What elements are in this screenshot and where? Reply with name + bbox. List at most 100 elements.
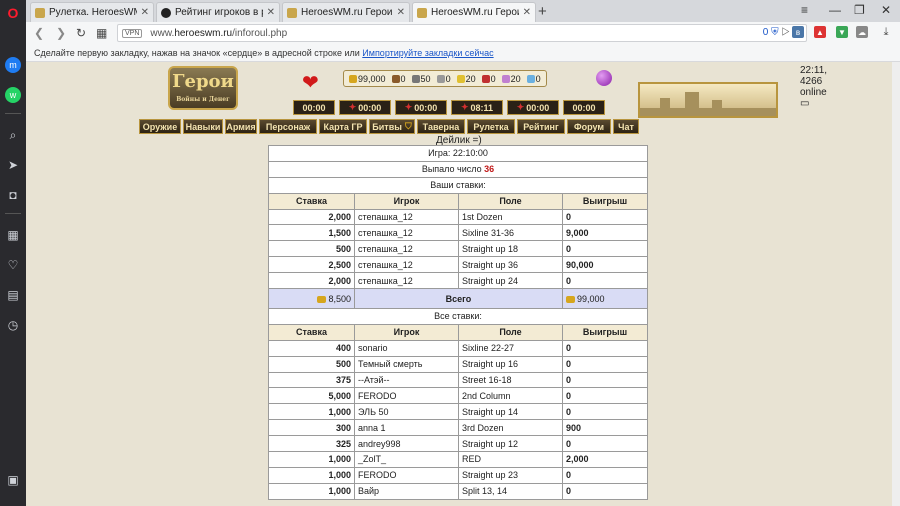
bet-row: 1,000 _ZolT_ RED 2,000	[268, 451, 648, 468]
bet-player[interactable]: ЭЛЬ 50	[354, 403, 459, 421]
red-marker-icon: ✦	[460, 102, 469, 112]
bet-row: 2,000 степашка_12 Straight up 24 0	[268, 272, 648, 290]
castle-image	[638, 82, 778, 118]
whatsapp-icon[interactable]: w	[3, 85, 23, 105]
tab-bar: Рулетка. HeroesWM.ru Гер ✕ Рейтинг игрок…	[26, 0, 900, 22]
menu-tavern[interactable]: Таверна	[417, 119, 465, 134]
menu-weapons[interactable]: Оружие	[139, 119, 181, 134]
extension-red-icon[interactable]: ▲	[814, 26, 826, 38]
bet-field: 1st Dozen	[458, 208, 563, 226]
url-field[interactable]: VPN www.heroeswm.ru/inforoul.php 0 ⛨ ▷ ♡	[117, 24, 807, 42]
tab-title: Рулетка. HeroesWM.ru Гер	[49, 7, 137, 18]
forward-icon[interactable]: ❯	[56, 26, 66, 40]
close-window-icon[interactable]: ✕	[881, 3, 891, 17]
minimize-icon[interactable]: —	[829, 3, 841, 17]
history-icon[interactable]: ◷	[3, 315, 23, 335]
speed-dial-icon[interactable]: ▦	[3, 225, 23, 245]
snapshot-icon[interactable]: ▷	[781, 27, 790, 38]
opera-logo-icon[interactable]: O	[3, 3, 23, 23]
send-icon[interactable]: ➤	[3, 155, 23, 175]
bet-player[interactable]: степашка_12	[354, 272, 459, 290]
tab-roulette[interactable]: Рулетка. HeroesWM.ru Гер ✕	[30, 2, 154, 22]
bet-row: 1,000 Вайр Split 13, 14 0	[268, 482, 648, 500]
bet-player[interactable]: _ZolT_	[354, 451, 459, 468]
tabs-grid-icon[interactable]: ▦	[96, 26, 107, 40]
menu-character[interactable]: Персонаж	[259, 119, 317, 134]
tab-rating[interactable]: Рейтинг игроков в рулет ✕	[156, 2, 280, 22]
gems-value: 20	[510, 73, 521, 84]
close-tab-icon[interactable]: ✕	[523, 7, 531, 18]
menu-roulette[interactable]: Рулетка	[467, 119, 515, 134]
gems-resource: 20	[501, 73, 521, 84]
tab-heroes-1[interactable]: HeroesWM.ru Герои войн ✕	[282, 2, 410, 22]
tab-menu-icon[interactable]: ≡	[801, 3, 808, 17]
close-tab-icon[interactable]: ✕	[397, 7, 405, 18]
menu-map[interactable]: Карта ГР	[319, 119, 367, 134]
download-icon[interactable]: ⤓	[880, 26, 892, 38]
cloud-icon[interactable]: ☁	[856, 26, 868, 38]
total-row: 8,500 Всего 99,000	[268, 288, 648, 310]
reload-icon[interactable]: ↻	[76, 26, 86, 40]
menu-battles[interactable]: Битвы ⛉	[369, 119, 415, 134]
game-logo[interactable]: Герои Войны и Денег	[168, 66, 238, 110]
bet-player[interactable]: Темный смерть	[354, 355, 459, 373]
shield-icon[interactable]: ⛨	[771, 27, 779, 38]
bet-win: 0	[562, 482, 648, 500]
bet-player[interactable]: FERODO	[354, 466, 459, 484]
menu-forum[interactable]: Форум	[567, 119, 611, 134]
bet-player[interactable]: степашка_12	[354, 208, 459, 226]
tab-heroes-active[interactable]: HeroesWM.ru Герои войн ✕	[412, 2, 536, 22]
vpn-badge[interactable]: VPN	[122, 28, 143, 38]
close-tab-icon[interactable]: ✕	[141, 7, 149, 18]
sidebar-toggle-icon[interactable]: ▣	[3, 470, 23, 490]
bet-field: Straight up 23	[458, 466, 563, 484]
camera-icon[interactable]: ◘	[3, 185, 23, 205]
timer-1: 00:00	[293, 100, 335, 115]
ore-resource: 50	[411, 73, 431, 84]
bet-player[interactable]: FERODO	[354, 387, 459, 405]
new-tab-button[interactable]: +	[538, 3, 547, 20]
bet-player[interactable]: степашка_12	[354, 240, 459, 258]
menu-army[interactable]: Армия	[225, 119, 257, 134]
spade-favicon-icon	[161, 7, 171, 18]
bet-stake: 1,500	[268, 224, 355, 242]
vk-extension-icon[interactable]: в	[792, 26, 804, 38]
heart-icon[interactable]: ♡	[3, 255, 23, 275]
bet-stake: 1,000	[268, 466, 355, 484]
menu-rating[interactable]: Рейтинг	[517, 119, 565, 134]
search-icon[interactable]: ⌕	[3, 125, 23, 145]
bet-player[interactable]: sonario	[354, 339, 459, 357]
all-bets-title-row: Все ставки:	[268, 308, 648, 325]
messenger-icon[interactable]: m	[3, 55, 23, 75]
tab-title: Рейтинг игроков в рулет	[175, 7, 263, 18]
ore-value: 50	[420, 73, 431, 84]
crystal-icon	[481, 75, 490, 84]
bet-player[interactable]: --Атэй--	[354, 371, 459, 389]
sulfur-value: 20	[465, 73, 476, 84]
gold-icon	[566, 295, 575, 303]
bet-win: 0	[562, 339, 648, 357]
game-time-row: Игра: 22:10:00	[268, 145, 648, 162]
bet-player[interactable]: степашка_12	[354, 224, 459, 242]
your-bets-header: Ставка Игрок Поле Выигрыш	[268, 192, 648, 210]
bet-win: 900	[562, 419, 648, 437]
page-scrollbar[interactable]	[892, 62, 900, 506]
bet-player[interactable]: anna 1	[354, 419, 459, 437]
logout-icon[interactable]: ▭	[800, 98, 809, 109]
url-host: heroeswm.ru	[174, 27, 233, 39]
bet-player[interactable]: степашка_12	[354, 256, 459, 274]
timer-value: 00:00	[526, 102, 550, 113]
close-tab-icon[interactable]: ✕	[267, 7, 275, 18]
bet-player[interactable]: Вайр	[354, 482, 459, 500]
import-bookmarks-link[interactable]: Импортируйте закладки сейчас	[362, 48, 493, 58]
news-icon[interactable]: ▤	[3, 285, 23, 305]
crystal-resource: 0	[481, 74, 496, 84]
game-time: Игра: 22:10:00	[268, 145, 648, 162]
menu-skills[interactable]: Навыки	[183, 119, 223, 134]
back-icon[interactable]: ❮	[34, 26, 44, 40]
restore-icon[interactable]: ❐	[854, 3, 865, 17]
bet-player[interactable]: andrey998	[354, 435, 459, 453]
extension-green-icon[interactable]: ▼	[836, 26, 848, 38]
bet-row: 325 andrey998 Straight up 12 0	[268, 435, 648, 453]
menu-chat[interactable]: Чат	[613, 119, 639, 134]
